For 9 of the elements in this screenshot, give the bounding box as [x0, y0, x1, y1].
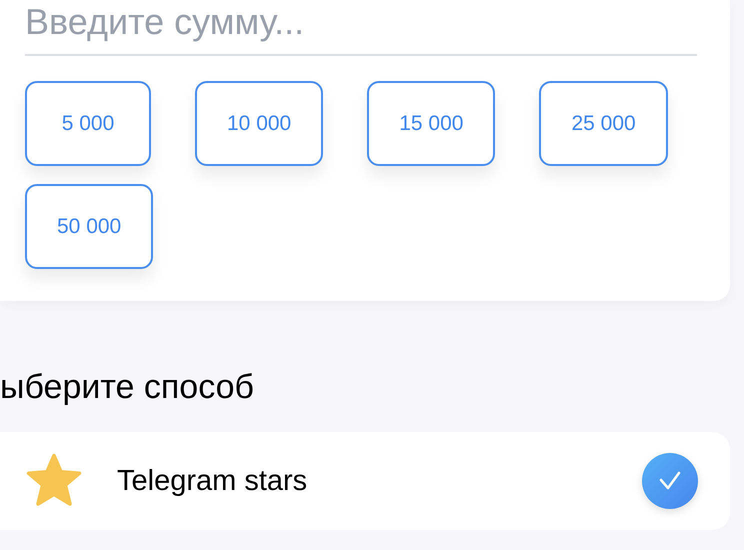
payment-method-row[interactable]: Telegram stars	[0, 432, 730, 530]
method-label: Telegram stars	[117, 464, 308, 498]
section-heading: ыберите способ	[0, 367, 255, 407]
amount-field[interactable]: Введите сумму...	[25, 0, 697, 56]
amount-preset-button[interactable]: 50 000	[25, 184, 154, 269]
amount-preset-button[interactable]: 5 000	[25, 81, 151, 166]
amount-preset-button[interactable]: 10 000	[195, 81, 324, 166]
amount-preset-button[interactable]: 25 000	[539, 81, 668, 166]
amount-preset-button[interactable]: 15 000	[367, 81, 496, 166]
